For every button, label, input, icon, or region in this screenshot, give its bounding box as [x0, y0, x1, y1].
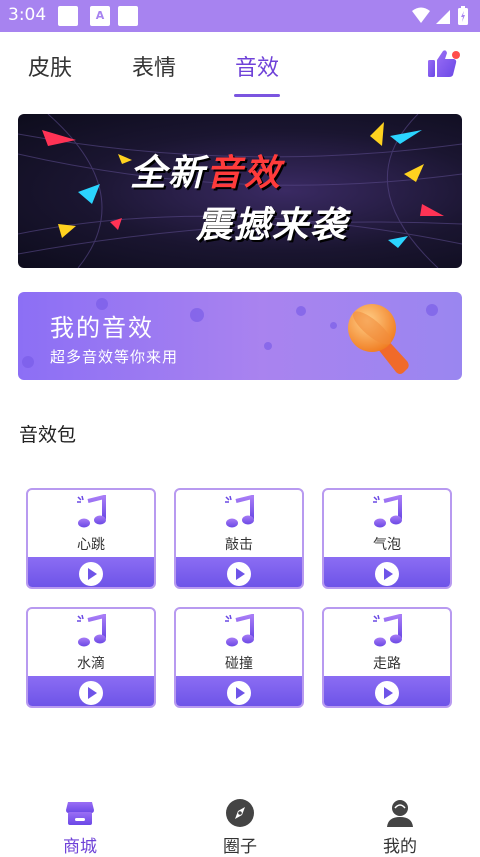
top-tab-bar: 皮肤 表情 音效	[0, 32, 480, 100]
card-footer	[324, 557, 450, 587]
sound-pack-label: 敲击	[225, 537, 253, 553]
tab-emoji[interactable]: 表情	[132, 50, 176, 82]
sound-pack-card[interactable]: 气泡	[322, 488, 452, 589]
music-note-icon	[372, 494, 404, 529]
thumbs-up-icon[interactable]	[426, 48, 462, 80]
sound-pack-card[interactable]: 水滴	[26, 607, 156, 708]
notification-a-icon: A	[90, 6, 110, 26]
tab-skin[interactable]: 皮肤	[28, 50, 72, 82]
music-note-icon	[76, 494, 108, 529]
section-title: 音效包	[19, 424, 77, 446]
music-note-icon	[224, 494, 256, 529]
nav-item-store[interactable]: 商城	[40, 792, 120, 857]
bottom-nav: 商城 圈子 我的	[0, 792, 480, 857]
promo-subtitle: 超多音效等你来用	[50, 348, 179, 366]
promo-title: 我的音效	[50, 314, 154, 342]
sound-pack-card[interactable]: 走路	[322, 607, 452, 708]
sound-pack-card[interactable]: 心跳	[26, 488, 156, 589]
nav-item-circle[interactable]: 圈子	[200, 792, 280, 857]
banner-subheadline: 震撼来袭	[196, 205, 349, 246]
play-button[interactable]	[375, 562, 399, 586]
status-icons	[412, 6, 468, 25]
card-footer	[176, 676, 302, 706]
card-footer	[28, 676, 154, 706]
nav-label-mine: 我的	[383, 837, 417, 857]
user-icon	[387, 800, 413, 827]
music-note-icon	[224, 613, 256, 648]
card-footer	[324, 676, 450, 706]
my-sound-effects-card[interactable]: 我的音效 超多音效等你来用	[18, 292, 462, 380]
nav-label-store: 商城	[63, 837, 97, 857]
play-button[interactable]	[375, 681, 399, 705]
play-button[interactable]	[227, 681, 251, 705]
music-note-icon	[372, 613, 404, 648]
nav-item-mine[interactable]: 我的	[360, 792, 440, 857]
compass-icon	[226, 799, 254, 827]
tab-sound-effect[interactable]: 音效	[235, 50, 279, 82]
sound-pack-label: 走路	[373, 656, 401, 672]
status-time: 3:04	[8, 5, 47, 25]
play-button[interactable]	[79, 681, 103, 705]
banner-headline: 全新音效	[130, 153, 283, 194]
notification-icon	[118, 6, 138, 26]
music-note-icon	[76, 613, 108, 648]
status-bar: 3:04 A	[0, 0, 480, 32]
sound-pack-label: 碰撞	[225, 656, 253, 672]
nav-label-circle: 圈子	[223, 837, 257, 857]
microphone-icon	[348, 304, 409, 374]
wifi-icon	[412, 7, 430, 23]
sound-pack-label: 水滴	[77, 656, 105, 672]
play-button[interactable]	[79, 562, 103, 586]
sound-pack-card[interactable]: 碰撞	[174, 607, 304, 708]
card-footer	[176, 557, 302, 587]
promo-banner[interactable]: 全新音效 震撼来袭	[18, 114, 462, 268]
sound-pack-label: 心跳	[77, 537, 105, 553]
signal-icon	[436, 10, 450, 24]
store-icon	[66, 802, 94, 825]
notification-icon	[58, 6, 78, 26]
card-footer	[28, 557, 154, 587]
play-button[interactable]	[227, 562, 251, 586]
sound-pack-label: 气泡	[373, 537, 401, 553]
active-tab-indicator	[234, 94, 280, 97]
sound-pack-card[interactable]: 敲击	[174, 488, 304, 589]
